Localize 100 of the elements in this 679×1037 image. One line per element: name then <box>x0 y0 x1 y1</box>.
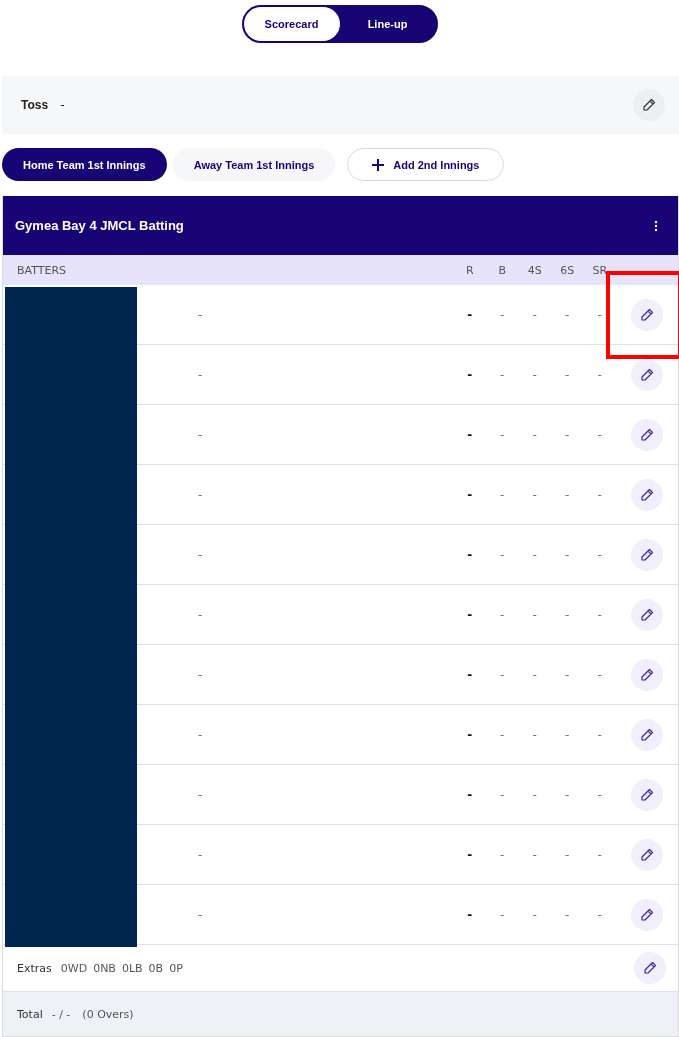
stat-cell-text: - <box>596 667 603 682</box>
dismissal-cell-text: - <box>197 727 204 742</box>
stat-cell-text: - <box>564 607 571 622</box>
stat-cell-text: - <box>531 367 538 382</box>
stat-cell-text: - <box>466 307 474 322</box>
stat-cell-text: - <box>531 907 538 922</box>
stat-cell-text: - <box>596 787 603 802</box>
extras-value: 0NB <box>93 961 116 975</box>
stat-cell-text: - <box>499 307 506 322</box>
edit-button[interactable] <box>631 838 663 871</box>
pencil-icon <box>640 487 654 502</box>
edit-button[interactable] <box>631 478 663 511</box>
edit-button[interactable] <box>631 598 663 631</box>
stat-cell-text: - <box>466 427 474 442</box>
stat-cell-text: - <box>466 607 474 622</box>
column-label: BATTERS <box>16 263 68 277</box>
pencil-icon <box>640 667 654 682</box>
edit-button[interactable] <box>631 418 663 451</box>
pencil-icon <box>642 98 656 112</box>
stat-cell-text: - <box>466 547 474 562</box>
stat-cell-text: - <box>531 427 538 442</box>
view-tab[interactable]: Scorecard <box>243 7 340 41</box>
stat-cell-text: - <box>564 367 571 382</box>
innings-tab[interactable]: Home Team 1st Innings <box>2 148 167 181</box>
extras-value: 0B <box>148 961 164 975</box>
pencil-icon <box>640 907 654 922</box>
total-score: - / - <box>51 1007 71 1021</box>
stat-cell-text: - <box>596 367 603 382</box>
stat-cell-text: - <box>499 667 506 682</box>
pencil-icon <box>640 727 654 742</box>
stat-cell-text: - <box>564 427 571 442</box>
pencil-icon <box>640 787 654 802</box>
stat-cell-text: - <box>499 367 506 382</box>
stat-cell-text: - <box>564 907 571 922</box>
edit-button[interactable] <box>631 898 663 931</box>
more-icon[interactable] <box>654 219 658 232</box>
stat-cell-text: - <box>564 547 571 562</box>
stat-cell-text: - <box>531 667 538 682</box>
stat-cell-text: - <box>564 787 571 802</box>
edit-button[interactable] <box>634 952 666 984</box>
plus-icon <box>372 158 385 171</box>
stat-cell-text: - <box>499 547 506 562</box>
dismissal-cell-text: - <box>197 487 204 502</box>
pencil-icon <box>640 427 654 442</box>
stat-cell-text: - <box>466 667 474 682</box>
total-overs: (0 Overs) <box>82 1007 134 1021</box>
stat-cell-text: - <box>596 487 603 502</box>
stat-cell-text: - <box>531 847 538 862</box>
pencil-icon <box>640 847 654 862</box>
edit-button[interactable] <box>631 718 663 751</box>
dismissal-cell-text: - <box>197 427 204 442</box>
stat-cell-text: - <box>564 847 571 862</box>
stat-cell-text: - <box>499 607 506 622</box>
edit-button[interactable] <box>631 658 663 691</box>
stat-cell-text: - <box>564 727 571 742</box>
stat-cell-text: - <box>466 907 474 922</box>
stat-cell-text: - <box>466 367 474 382</box>
stat-cell-text: - <box>499 427 506 442</box>
pencil-icon <box>643 961 657 975</box>
pencil-icon <box>640 607 654 622</box>
stat-cell-text: - <box>466 487 474 502</box>
column-label: SR <box>591 263 609 277</box>
toss-value: - <box>60 98 66 112</box>
stat-cell-text: - <box>531 607 538 622</box>
extras-label: Extras <box>17 961 52 975</box>
toss-label: Toss <box>21 98 49 112</box>
stat-cell-text: - <box>596 427 603 442</box>
edit-button[interactable] <box>631 298 663 331</box>
stat-cell-text: - <box>596 547 603 562</box>
stat-cell-text: - <box>499 787 506 802</box>
stat-cell-text: - <box>531 547 538 562</box>
edit-button[interactable] <box>631 358 663 391</box>
pencil-icon <box>640 367 654 382</box>
edit-button[interactable] <box>631 778 663 811</box>
extras-value: 0LB <box>121 961 143 975</box>
stat-cell-text: - <box>499 487 506 502</box>
extras-value: 0P <box>169 961 183 975</box>
stat-cell-text: - <box>564 487 571 502</box>
stat-cell-text: - <box>531 487 538 502</box>
column-label: 4S <box>526 263 543 277</box>
dismissal-cell-text: - <box>197 847 204 862</box>
edit-button[interactable] <box>633 89 665 121</box>
stat-cell-text: - <box>596 907 603 922</box>
pencil-icon <box>640 307 654 322</box>
stat-cell-text: - <box>466 847 474 862</box>
stat-cell-text: - <box>531 787 538 802</box>
column-label: 6S <box>559 263 576 277</box>
stat-cell-text: - <box>596 307 603 322</box>
column-label: R <box>464 263 475 277</box>
stat-cell-text: - <box>499 907 506 922</box>
dismissal-cell-text: - <box>197 667 204 682</box>
dismissal-cell-text: - <box>197 307 204 322</box>
dismissal-cell-text: - <box>197 547 204 562</box>
stat-cell-text: - <box>564 667 571 682</box>
pencil-icon <box>640 547 654 562</box>
edit-button[interactable] <box>631 538 663 571</box>
add-innings-button[interactable]: Add 2nd Innings <box>347 148 505 181</box>
column-label: B <box>497 263 507 277</box>
innings-tab[interactable]: Away Team 1st Innings <box>172 148 336 181</box>
dismissal-cell-text: - <box>197 607 204 622</box>
